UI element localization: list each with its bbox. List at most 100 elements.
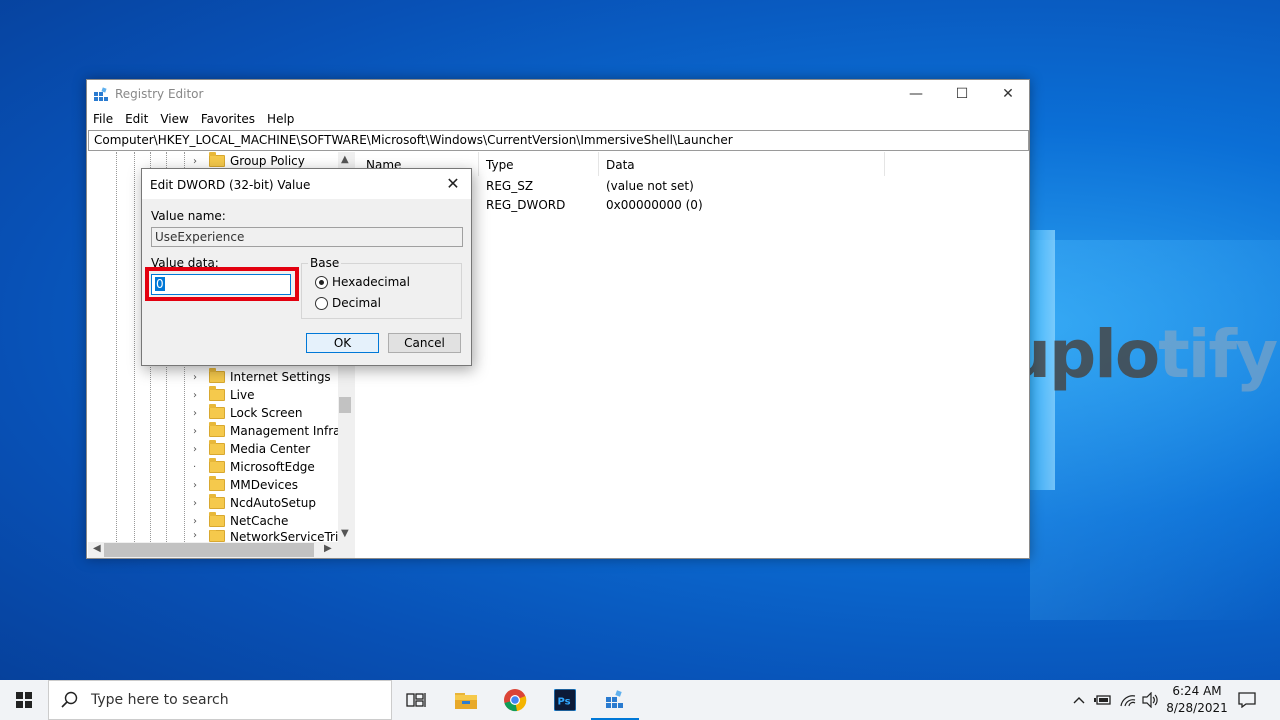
selected-text: 0 — [155, 277, 165, 291]
radio-unchecked-icon[interactable] — [315, 296, 328, 310]
value-data-input[interactable]: 0 — [151, 274, 291, 295]
chevron-left-icon[interactable]: ◀ — [93, 543, 101, 554]
tree-item-internet-settings[interactable]: › Internet Settings — [193, 368, 331, 386]
file-explorer-icon — [455, 693, 477, 709]
chevron-right-icon[interactable]: ▶ — [324, 543, 332, 554]
tree-item-networkservicetriggers[interactable]: › NetworkServiceTrigge — [193, 530, 351, 542]
base-label: Base — [308, 256, 342, 270]
value-type: REG_SZ — [486, 179, 534, 193]
tree-item-management-infrastructure[interactable]: › Management Infrastr — [193, 422, 351, 440]
battery-button[interactable] — [1092, 680, 1114, 720]
chevron-right-icon[interactable]: › — [193, 444, 203, 455]
folder-icon — [209, 404, 225, 419]
tree-item-mmdevices[interactable]: › MMDevices — [193, 476, 298, 494]
chevron-right-icon[interactable]: › — [193, 156, 203, 167]
folder-icon — [209, 368, 225, 383]
file-explorer-button[interactable] — [442, 680, 490, 720]
task-view-icon — [406, 693, 426, 707]
battery-icon — [1094, 695, 1111, 705]
search-placeholder: Type here to search — [91, 692, 229, 708]
search-icon — [61, 691, 78, 708]
tree-horizontal-scrollbar[interactable]: ◀ ▶ — [88, 542, 351, 558]
chrome-icon — [504, 689, 527, 712]
menu-bar: File Edit View Favorites Help — [87, 109, 1029, 130]
registry-editor-icon — [606, 690, 623, 708]
menu-help[interactable]: Help — [267, 109, 300, 130]
radio-checked-icon[interactable] — [315, 275, 328, 289]
folder-icon — [209, 440, 225, 455]
cancel-button[interactable]: Cancel — [388, 333, 461, 353]
chevron-right-icon[interactable]: › — [193, 530, 203, 541]
svg-text:Ps: Ps — [558, 697, 571, 708]
taskbar-clock[interactable]: 6:24 AM 8/28/2021 — [1162, 683, 1232, 717]
volume-button[interactable] — [1140, 680, 1162, 720]
menu-edit[interactable]: Edit — [125, 109, 154, 130]
edit-dword-dialog: Edit DWORD (32-bit) Value ✕ Value name: … — [141, 168, 472, 366]
window-title: Registry Editor — [115, 87, 204, 101]
scrollbar-thumb[interactable] — [339, 397, 351, 413]
registry-editor-taskbar-button[interactable] — [591, 680, 639, 720]
chevron-up-icon[interactable]: ▲ — [341, 154, 349, 165]
chrome-button[interactable] — [491, 680, 539, 720]
menu-favorites[interactable]: Favorites — [201, 109, 261, 130]
radio-decimal[interactable]: Decimal — [315, 296, 381, 310]
ok-button[interactable]: OK — [306, 333, 379, 353]
folder-icon — [209, 152, 225, 167]
chevron-down-icon[interactable]: ▼ — [341, 528, 349, 539]
value-data: (value not set) — [606, 179, 694, 193]
address-bar[interactable]: Computer\HKEY_LOCAL_MACHINE\SOFTWARE\Mic… — [88, 130, 1029, 151]
speaker-icon — [1142, 692, 1158, 708]
watermark-logo: uplotify — [1004, 316, 1278, 393]
dialog-title-bar[interactable]: Edit DWORD (32-bit) Value ✕ — [142, 169, 471, 199]
value-name-field: UseExperience — [151, 227, 463, 247]
taskbar-search-box[interactable]: Type here to search — [48, 680, 392, 720]
chevron-right-icon[interactable]: › — [193, 516, 203, 527]
clock-time: 6:24 AM — [1172, 684, 1222, 698]
close-button[interactable]: ✕ — [985, 80, 1031, 109]
chevron-right-icon[interactable]: › — [193, 372, 203, 383]
windows-logo-icon — [16, 692, 32, 708]
task-view-button[interactable] — [392, 680, 440, 720]
tree-item-ncdautosetup[interactable]: › NcdAutoSetup — [193, 494, 316, 512]
tree-guide-line — [134, 152, 135, 542]
value-type: REG_DWORD — [486, 198, 566, 212]
scrollbar-thumb[interactable] — [104, 543, 314, 557]
tree-item-netcache[interactable]: › NetCache — [193, 512, 288, 530]
maximize-button[interactable]: ☐ — [939, 80, 985, 109]
chevron-right-icon[interactable]: › — [193, 408, 203, 419]
show-hidden-icons-button[interactable] — [1068, 680, 1090, 720]
wifi-icon — [1120, 695, 1136, 707]
dialog-close-button[interactable]: ✕ — [441, 172, 465, 196]
chevron-right-icon[interactable]: › — [193, 498, 203, 509]
network-button[interactable] — [1117, 680, 1139, 720]
column-header-type[interactable]: Type — [479, 152, 599, 176]
chevron-right-icon[interactable]: › — [193, 426, 203, 437]
menu-file[interactable]: File — [93, 109, 119, 130]
folder-icon — [209, 494, 225, 509]
photoshop-icon: Ps — [554, 689, 576, 711]
base-group — [301, 263, 462, 319]
desktop-light-beam — [1030, 240, 1280, 620]
radio-hexadecimal[interactable]: Hexadecimal — [315, 275, 410, 289]
menu-view[interactable]: View — [160, 109, 194, 130]
chevron-up-icon — [1073, 697, 1085, 704]
dialog-title: Edit DWORD (32-bit) Value — [150, 178, 311, 192]
tree-item-media-center[interactable]: › Media Center — [193, 440, 310, 458]
value-data: 0x00000000 (0) — [606, 198, 703, 212]
minimize-button[interactable]: — — [893, 80, 939, 109]
start-button[interactable] — [0, 680, 48, 720]
notifications-button[interactable] — [1234, 680, 1260, 720]
value-name-label: Value name: — [151, 209, 226, 223]
tree-item-microsoftedge[interactable]: · MicrosoftEdge — [193, 458, 315, 476]
tree-item-live[interactable]: › Live — [193, 386, 255, 404]
chevron-right-icon[interactable]: › — [193, 390, 203, 401]
folder-icon — [209, 458, 225, 473]
chevron-right-icon[interactable]: › — [193, 480, 203, 491]
column-header-data[interactable]: Data — [599, 152, 885, 176]
tree-item-lock-screen[interactable]: › Lock Screen — [193, 404, 302, 422]
title-bar[interactable]: Registry Editor — ☐ ✕ — [87, 80, 1029, 109]
tree-leaf-connector: · — [193, 461, 197, 473]
folder-icon — [209, 476, 225, 491]
registry-editor-icon — [94, 87, 108, 101]
photoshop-button[interactable]: Ps — [541, 680, 589, 720]
